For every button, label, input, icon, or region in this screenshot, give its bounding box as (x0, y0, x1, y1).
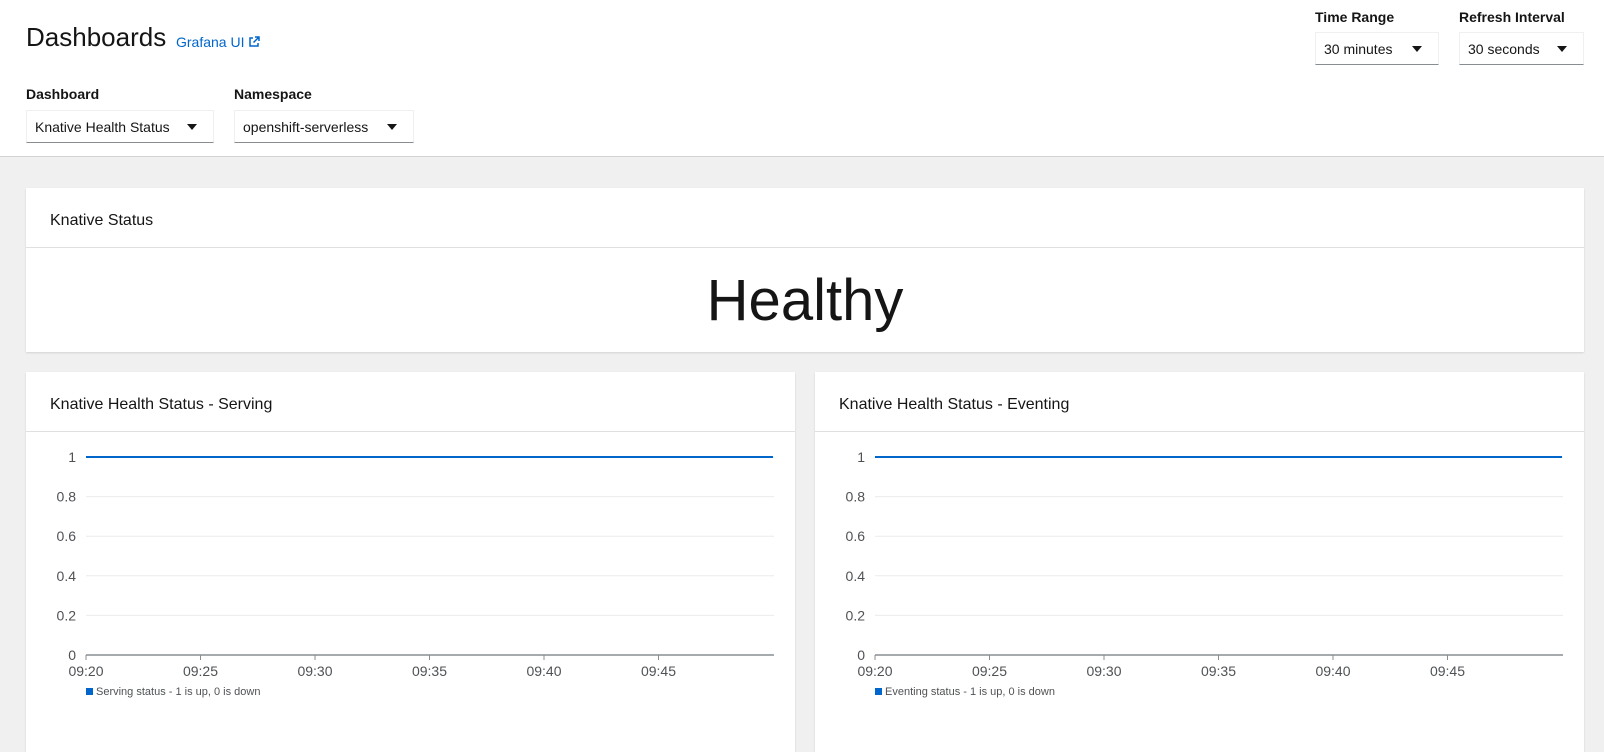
caret-down-icon (1557, 46, 1567, 52)
serving-chart-card: Knative Health Status - Serving 0 0.2 0.4 0… (26, 372, 795, 752)
legend-swatch (875, 688, 882, 695)
y-tick-label: 0 (857, 647, 865, 663)
caret-down-icon (1412, 46, 1422, 52)
dashboard-select[interactable]: Knative Health Status (26, 110, 214, 143)
knative-status-card: Knative Status Healthy (26, 188, 1584, 352)
card-title: Knative Health Status - Eventing (839, 396, 1070, 413)
y-tick-label: 0.8 (57, 489, 77, 505)
namespace-select[interactable]: openshift-serverless (234, 110, 414, 143)
legend-swatch (86, 688, 93, 695)
x-tick-label: 09:35 (412, 663, 447, 679)
status-value: Healthy (706, 267, 904, 333)
chart-legend: Eventing status - 1 is up, 0 is down (875, 686, 1055, 698)
y-tick-label: 0.4 (846, 568, 866, 584)
card-title: Knative Status (50, 212, 154, 229)
eventing-status-chart: 0 0.2 0.4 0.6 0.8 1 09:20 09:25 09:30 09:35 09:40 0… (846, 449, 1563, 698)
y-tick-label: 0.4 (57, 568, 77, 584)
x-tick-label: 09:40 (1315, 663, 1350, 679)
legend-label: Serving status - 1 is up, 0 is down (96, 686, 260, 698)
namespace-select-value: openshift-serverless (243, 118, 369, 135)
dashboard-select-value: Knative Health Status (35, 118, 170, 135)
y-tick-label: 1 (857, 449, 865, 465)
time-range-select[interactable]: 30 minutes (1315, 32, 1439, 65)
x-tick-label: 09:25 (183, 663, 218, 679)
refresh-interval-select[interactable]: 30 seconds (1459, 32, 1584, 65)
y-tick-label: 1 (68, 449, 76, 465)
y-tick-label: 0.6 (57, 528, 77, 544)
grafana-ui-link[interactable]: Grafana UI (176, 34, 261, 50)
refresh-interval-label: Refresh Interval (1459, 9, 1565, 25)
eventing-chart-card: Knative Health Status - Eventing 0 0.2 0.4… (815, 372, 1584, 752)
x-tick-label: 09:40 (526, 663, 561, 679)
y-tick-label: 0.8 (846, 489, 866, 505)
x-tick-label: 09:30 (297, 663, 332, 679)
dashboard-label: Dashboard (26, 86, 100, 102)
y-tick-label: 0.2 (846, 607, 866, 623)
y-tick-label: 0 (68, 647, 76, 663)
y-tick-label: 0.6 (846, 528, 866, 544)
x-tick-label: 09:20 (68, 663, 103, 679)
x-tick-label: 09:45 (641, 663, 676, 679)
x-tick-label: 09:35 (1201, 663, 1236, 679)
time-range-select-value: 30 minutes (1324, 40, 1393, 57)
card-title: Knative Health Status - Serving (50, 396, 273, 413)
time-range-label: Time Range (1315, 9, 1395, 25)
legend-label: Eventing status - 1 is up, 0 is down (885, 686, 1055, 698)
y-tick-label: 0.2 (57, 607, 77, 623)
x-tick-label: 09:45 (1430, 663, 1465, 679)
x-tick-label: 09:30 (1086, 663, 1121, 679)
page-title: Dashboards (26, 22, 167, 52)
caret-down-icon (387, 124, 397, 130)
page-header: Dashboards Grafana UI Dashboard Knative … (0, 0, 1604, 157)
grafana-ui-link-label: Grafana UI (176, 34, 245, 50)
x-tick-label: 09:25 (972, 663, 1007, 679)
namespace-label: Namespace (234, 86, 312, 102)
external-link-icon (249, 36, 261, 47)
refresh-interval-select-value: 30 seconds (1468, 40, 1540, 57)
caret-down-icon (187, 124, 197, 130)
x-tick-label: 09:20 (857, 663, 892, 679)
serving-status-chart: 0 0.2 0.4 0.6 0.8 1 09:20 09:25 09:30 09:35 09:40 0… (57, 449, 774, 698)
chart-legend: Serving status - 1 is up, 0 is down (86, 686, 260, 698)
